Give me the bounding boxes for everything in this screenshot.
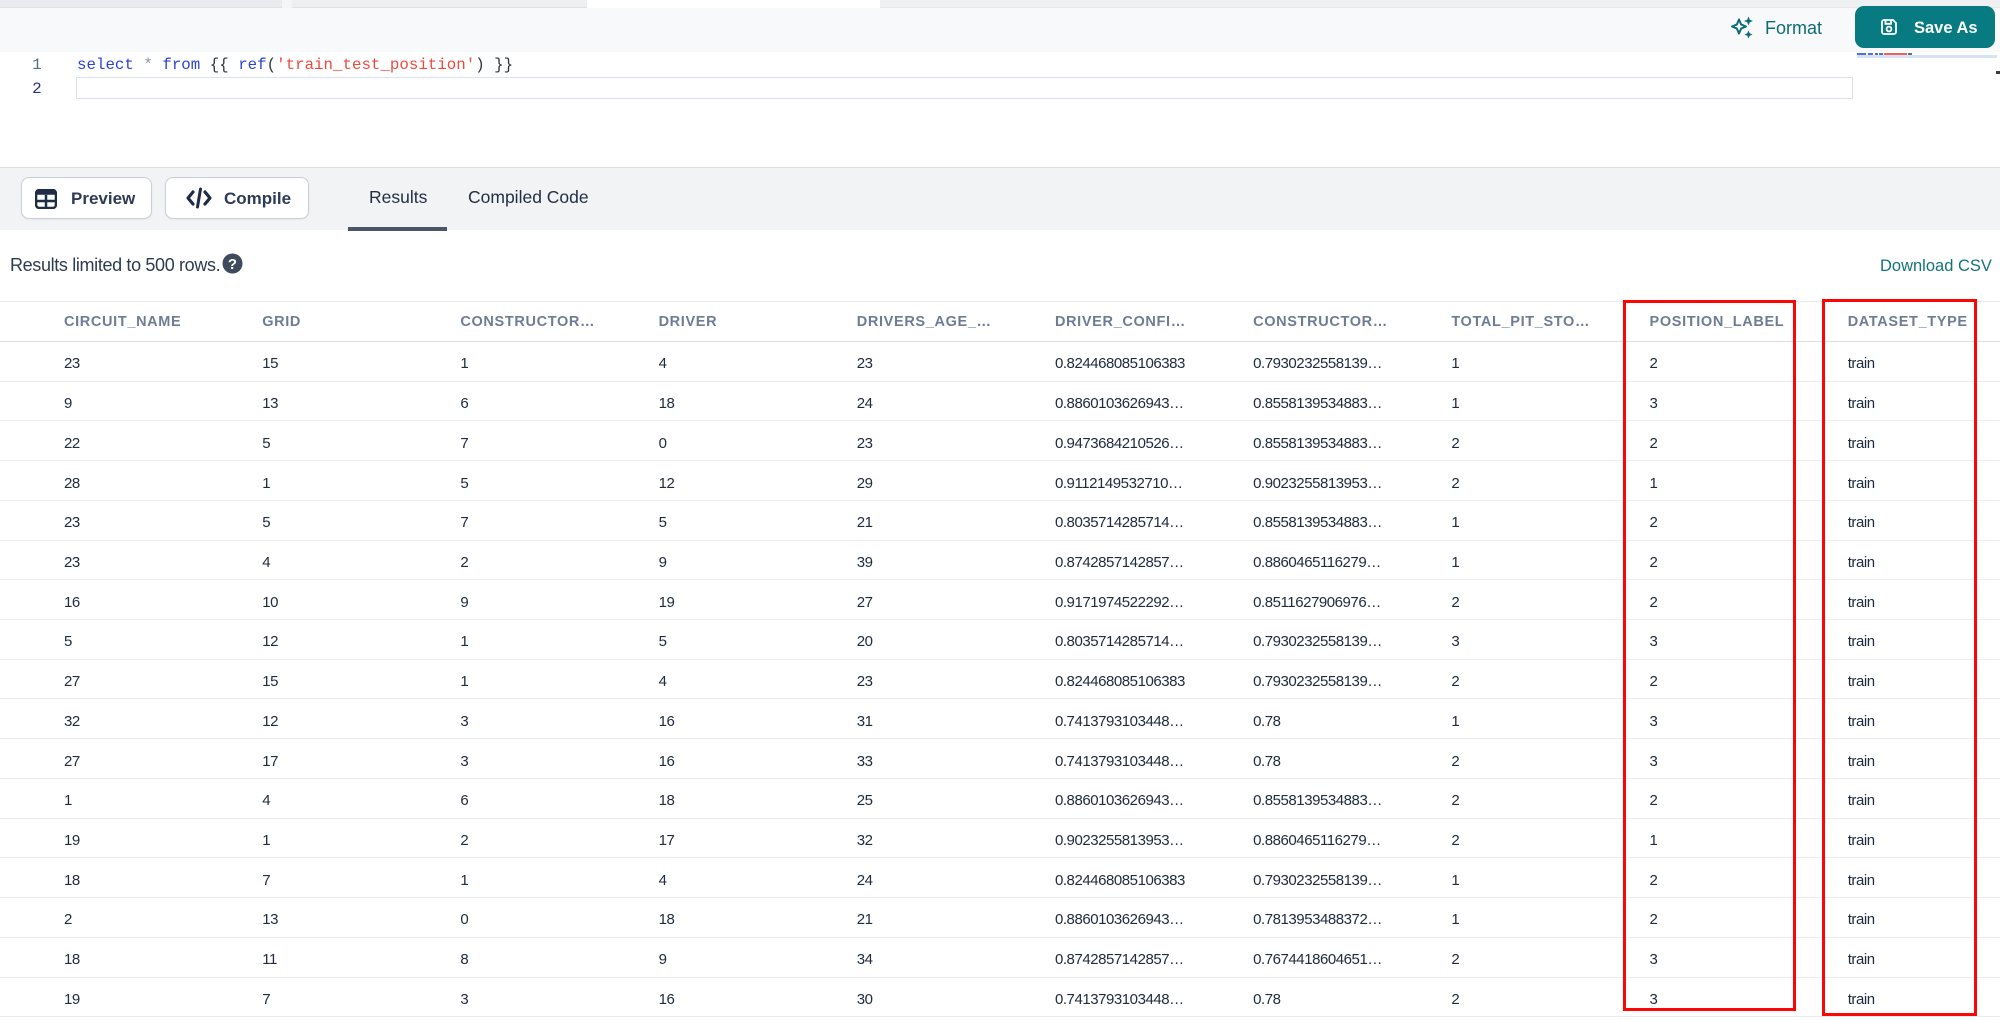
svg-text:?: ?: [228, 256, 237, 273]
